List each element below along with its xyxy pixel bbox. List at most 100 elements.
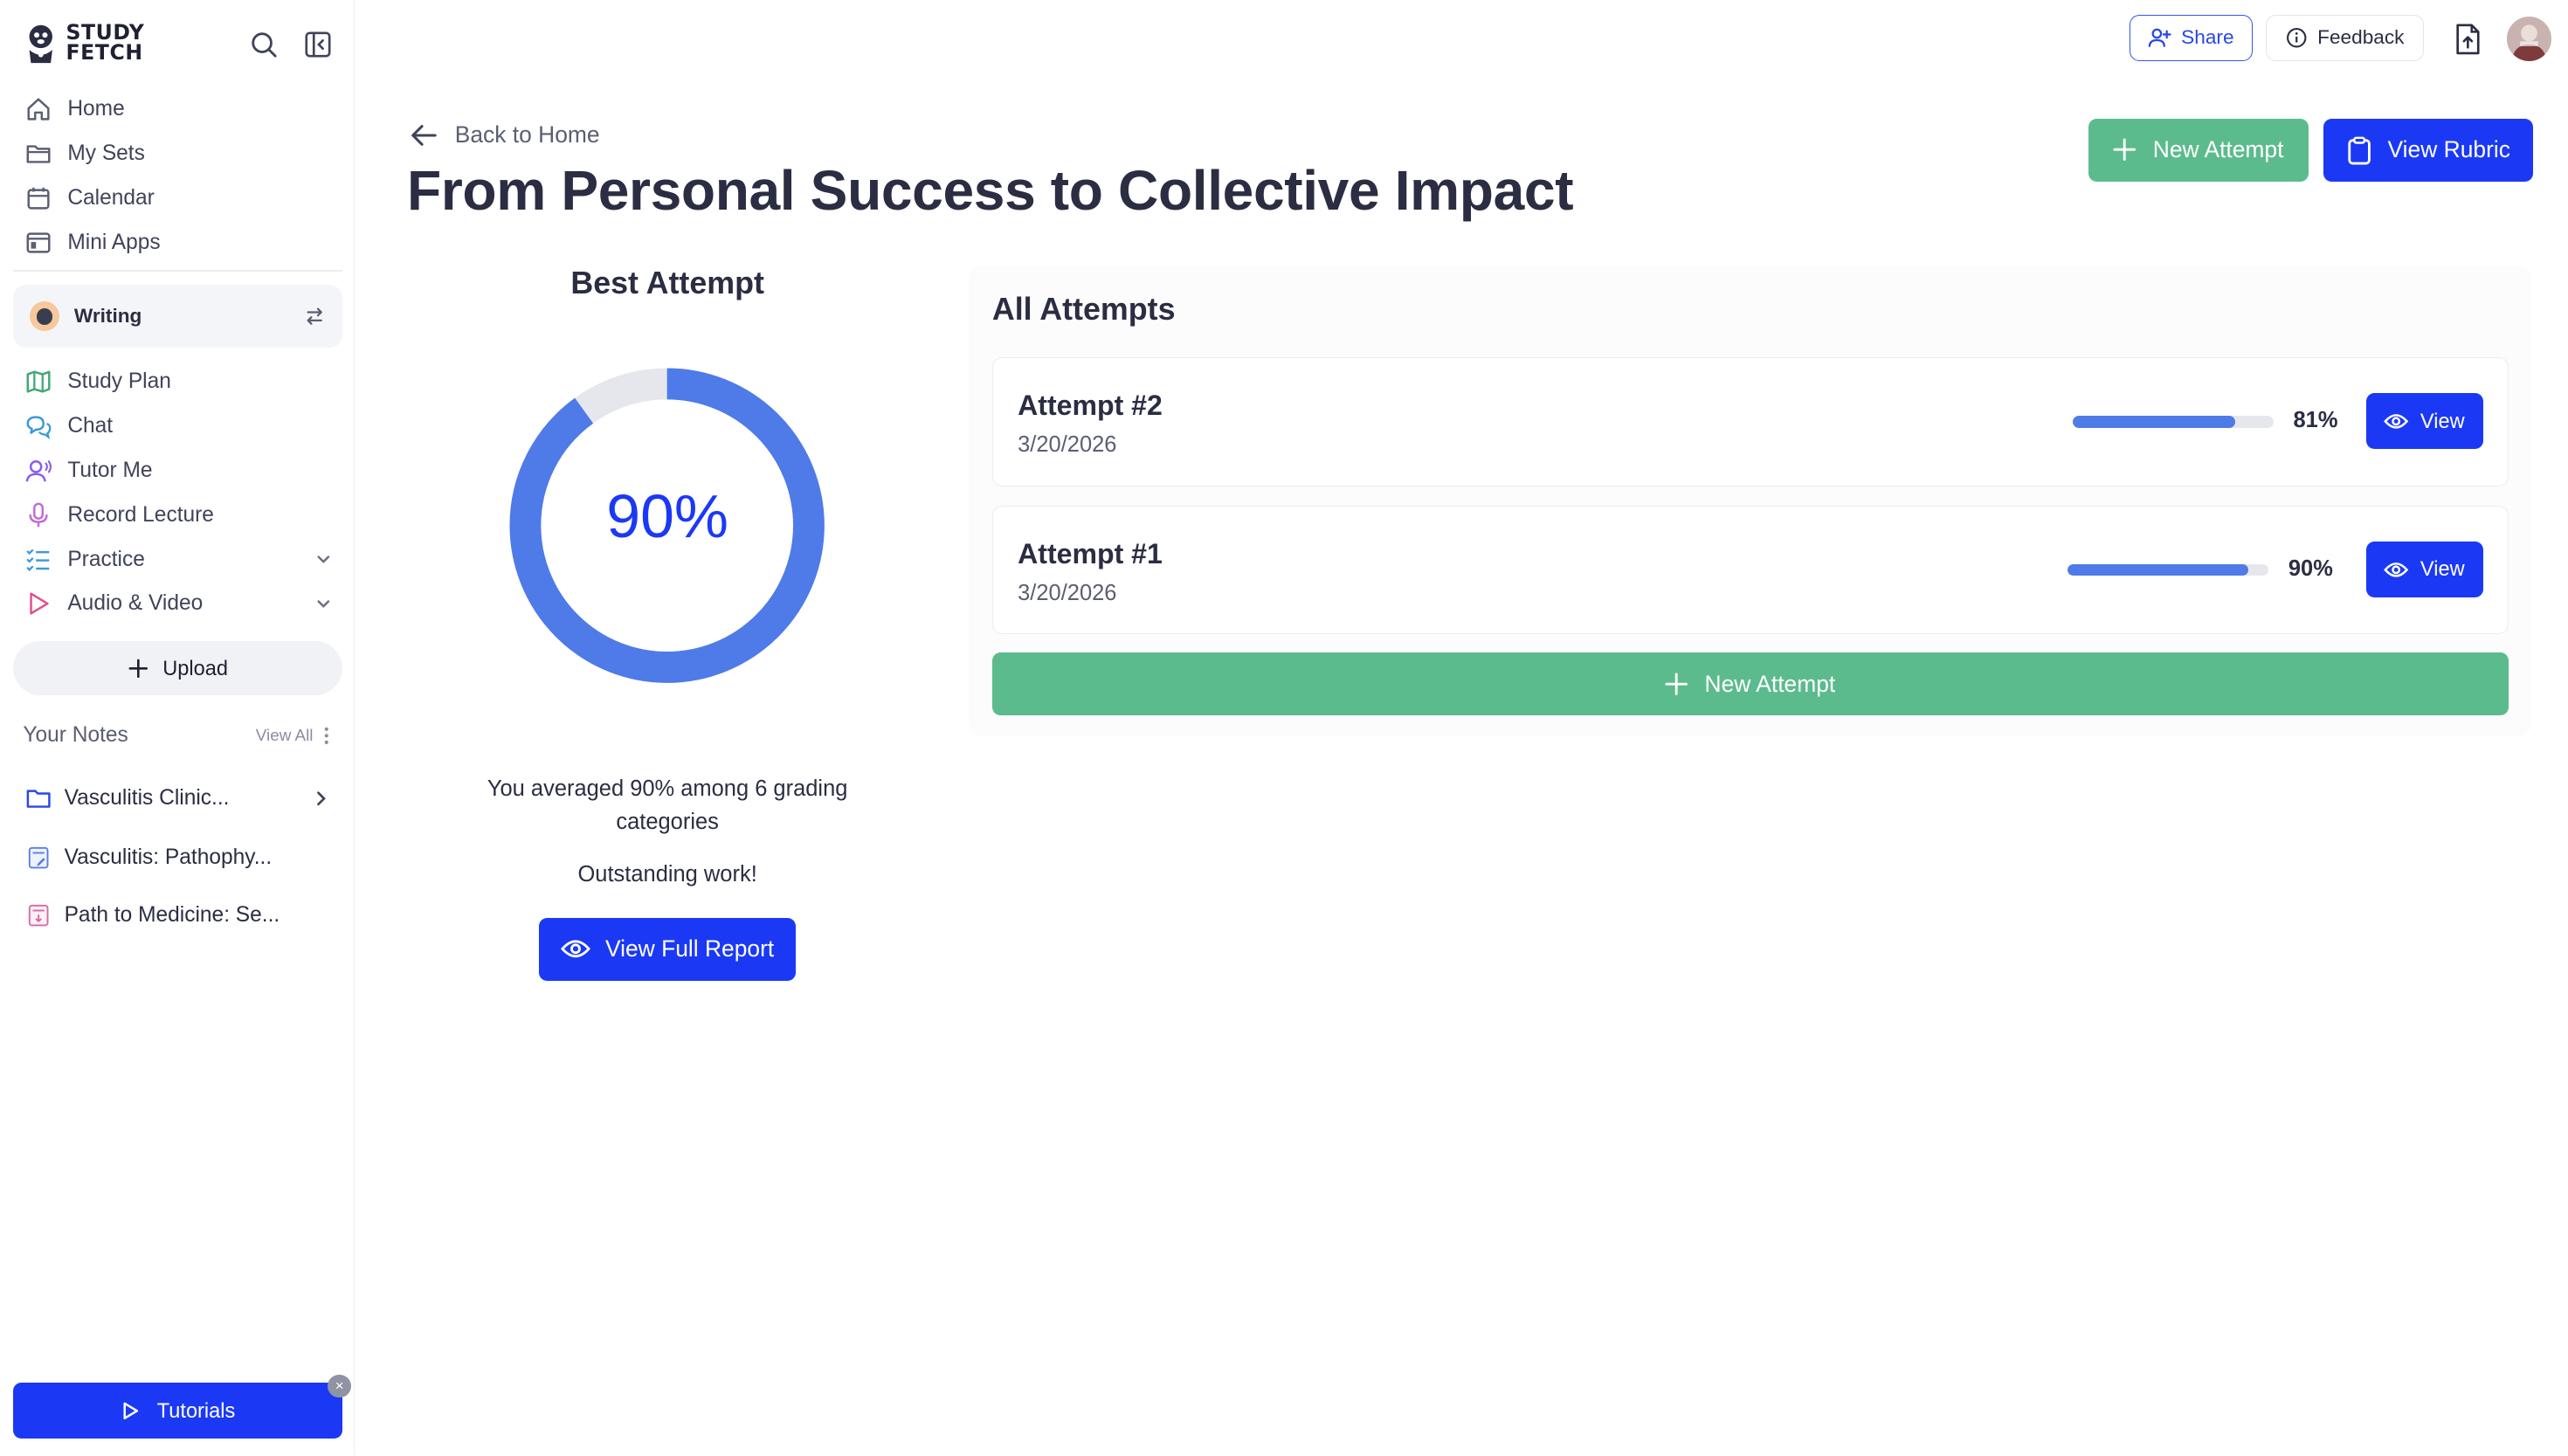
sidebar: STUDY FETCH Home My Sets Calendar Mini A… <box>0 0 355 1456</box>
view-full-report-button[interactable]: View Full Report <box>538 917 797 981</box>
play-icon <box>123 1402 139 1419</box>
apps-icon <box>26 232 51 253</box>
nav-item-practice[interactable]: Practice <box>13 537 342 582</box>
back-link[interactable]: Back to Home <box>409 121 600 150</box>
nav-item-study-plan[interactable]: Study Plan <box>13 359 342 404</box>
attempt-progress-bar <box>2072 416 2274 428</box>
sidebar-top-actions <box>249 30 333 59</box>
view-rubric-button[interactable]: View Rubric <box>2323 118 2533 182</box>
best-score-value: 90% <box>606 481 728 550</box>
page-title: From Personal Success to Collective Impa… <box>407 159 1574 223</box>
average-summary: You averaged 90% among 6 grading categor… <box>487 776 848 834</box>
chat-icon <box>26 416 52 439</box>
brand-name: STUDY FETCH <box>66 23 144 66</box>
nav-item-calendar[interactable]: Calendar <box>13 176 342 221</box>
all-attempts-title: All Attempts <box>991 291 1176 327</box>
attempt-card: Attempt #1 3/20/2026 90% View <box>991 506 2509 635</box>
view-all-link[interactable]: View All <box>256 726 314 745</box>
more-vertical-icon[interactable] <box>323 726 330 746</box>
nav-label: Study Plan <box>67 369 171 393</box>
tools-nav: Study Plan Chat Tutor Me Record Lecture … <box>13 359 342 626</box>
nav-item-tutor-me[interactable]: Tutor Me <box>13 448 342 493</box>
new-attempt-bottom-button[interactable]: New Attempt <box>991 652 2509 715</box>
note-item[interactable]: Path to Medicine: Se... <box>26 903 331 928</box>
nav-item-audio-video[interactable]: Audio & Video <box>13 582 342 626</box>
file-upload-icon[interactable] <box>2453 23 2482 56</box>
nav-label: Home <box>67 97 125 121</box>
nav-item-chat[interactable]: Chat <box>13 404 342 448</box>
list-icon <box>26 549 50 571</box>
search-icon[interactable] <box>249 30 279 59</box>
workspace-avatar <box>29 301 59 332</box>
nav-label: Audio & Video <box>67 591 204 616</box>
nav-label: My Sets <box>67 141 145 166</box>
chevron-right-icon[interactable] <box>310 788 332 810</box>
plus-icon <box>1665 673 1688 695</box>
nav-label: Mini Apps <box>67 231 161 255</box>
sidebar-divider <box>13 270 343 273</box>
avatar[interactable] <box>2506 16 2551 61</box>
new-attempt-button[interactable]: New Attempt <box>2088 118 2309 182</box>
plus-icon <box>2113 138 2137 162</box>
brand-line-2: FETCH <box>66 40 143 66</box>
folder-icon <box>26 145 51 164</box>
upload-button[interactable]: Upload <box>13 640 343 696</box>
nav-item-record-lecture[interactable]: Record Lecture <box>13 493 342 537</box>
upload-label: Upload <box>162 656 228 680</box>
note-label: Vasculitis Clinic... <box>64 786 230 811</box>
document-icon <box>29 846 49 869</box>
document-icon <box>29 904 49 927</box>
nav-item-my-sets[interactable]: My Sets <box>13 132 342 176</box>
attempt-progress-fill <box>2072 416 2236 428</box>
note-label: Path to Medicine: Se... <box>64 903 280 928</box>
clipboard-icon <box>2348 136 2371 165</box>
view-attempt-button[interactable]: View <box>2365 541 2483 597</box>
share-label: Share <box>2181 26 2234 49</box>
chevron-down-icon[interactable] <box>314 549 334 569</box>
mic-icon <box>29 502 48 527</box>
workspace-switcher[interactable]: Writing <box>13 285 343 348</box>
nav-item-mini-apps[interactable]: Mini Apps <box>13 221 342 266</box>
attempt-score: 81% <box>2293 408 2338 433</box>
attempt-card: Attempt #2 3/20/2026 81% View <box>991 357 2509 486</box>
home-icon <box>27 98 50 121</box>
attempt-date: 3/20/2026 <box>1018 432 1117 458</box>
chevron-down-icon[interactable] <box>314 594 334 614</box>
new-attempt-label: New Attempt <box>2152 136 2284 163</box>
attempt-date: 3/20/2026 <box>1018 581 1117 606</box>
swap-icon[interactable] <box>303 305 326 328</box>
nav-label: Tutor Me <box>67 458 153 482</box>
add-user-icon <box>2149 28 2171 47</box>
tutorials-button[interactable]: Tutorials <box>13 1383 343 1439</box>
tutorials-label: Tutorials <box>156 1398 236 1422</box>
nav-label: Calendar <box>67 186 155 210</box>
score-comment: Outstanding work! <box>577 861 757 887</box>
main-nav: Home My Sets Calendar Mini Apps <box>13 87 342 266</box>
notes-title: Your Notes <box>23 723 128 748</box>
note-label: Vasculitis: Pathophy... <box>64 845 273 870</box>
note-item[interactable]: Vasculitis: Pathophy... <box>26 845 331 870</box>
app-root: STUDY FETCH Home My Sets Calendar Mini A… <box>0 0 2568 1456</box>
eye-icon <box>2384 562 2409 577</box>
attempt-name: Attempt #1 <box>1018 538 1163 570</box>
collapse-sidebar-icon[interactable] <box>303 30 333 59</box>
attempt-score: 90% <box>2288 555 2333 581</box>
new-attempt-bottom-label: New Attempt <box>1704 670 1836 697</box>
view-attempt-button[interactable]: View <box>2365 393 2483 450</box>
brand-logo[interactable]: STUDY FETCH <box>23 22 144 65</box>
feedback-button[interactable]: Feedback <box>2266 14 2425 61</box>
nav-label: Practice <box>67 547 145 571</box>
workspace-label: Writing <box>73 305 142 328</box>
tutor-icon <box>25 459 52 482</box>
play-icon <box>30 592 49 616</box>
folder-icon <box>26 790 51 808</box>
view-rubric-label: View Rubric <box>2387 136 2510 163</box>
note-item[interactable]: Vasculitis Clinic... <box>26 786 331 811</box>
close-icon[interactable]: × <box>328 1374 351 1397</box>
arrow-left-icon <box>411 124 437 146</box>
info-icon <box>2287 28 2307 48</box>
notes-header: Your Notes View All <box>23 723 329 748</box>
share-button[interactable]: Share <box>2129 14 2254 61</box>
attempt-name: Attempt #2 <box>1018 390 1163 422</box>
nav-item-home[interactable]: Home <box>13 87 342 132</box>
